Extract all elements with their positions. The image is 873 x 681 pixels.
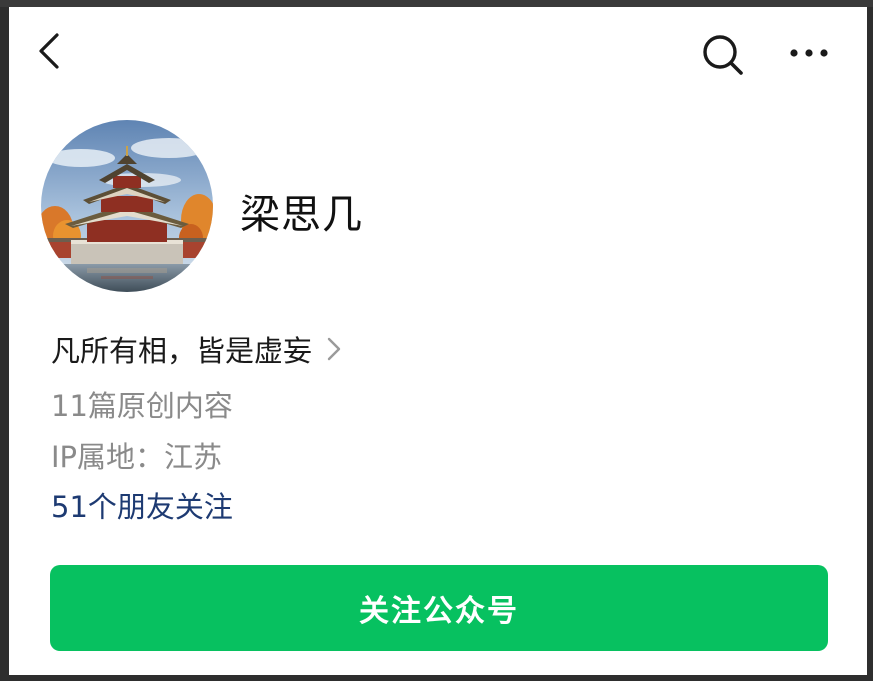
- top-strip: [0, 0, 873, 7]
- follow-account-button[interactable]: 关注公众号: [50, 565, 828, 651]
- account-name: 梁思几: [240, 192, 363, 238]
- account-signature-row[interactable]: 凡所有相，皆是虚妄: [51, 329, 342, 369]
- account-signature: 凡所有相，皆是虚妄: [51, 334, 313, 368]
- avatar-corner-tower-image: [41, 120, 213, 292]
- original-articles-count: 11篇原创内容: [51, 389, 233, 423]
- account-profile-card: 梁思几 凡所有相，皆是虚妄 11篇原创内容 IP属地：江苏 51个朋友关注 关注…: [9, 7, 867, 675]
- back-arrow-icon[interactable]: [35, 31, 65, 71]
- avatar[interactable]: [41, 120, 213, 292]
- screenshot-frame: 梁思几 凡所有相，皆是虚妄 11篇原创内容 IP属地：江苏 51个朋友关注 关注…: [0, 0, 873, 681]
- more-options-icon[interactable]: [787, 37, 831, 69]
- ip-location: IP属地：江苏: [51, 440, 223, 474]
- chevron-right-icon: [326, 336, 342, 362]
- search-icon[interactable]: [701, 33, 745, 77]
- friends-following-link[interactable]: 51个朋友关注: [51, 484, 233, 526]
